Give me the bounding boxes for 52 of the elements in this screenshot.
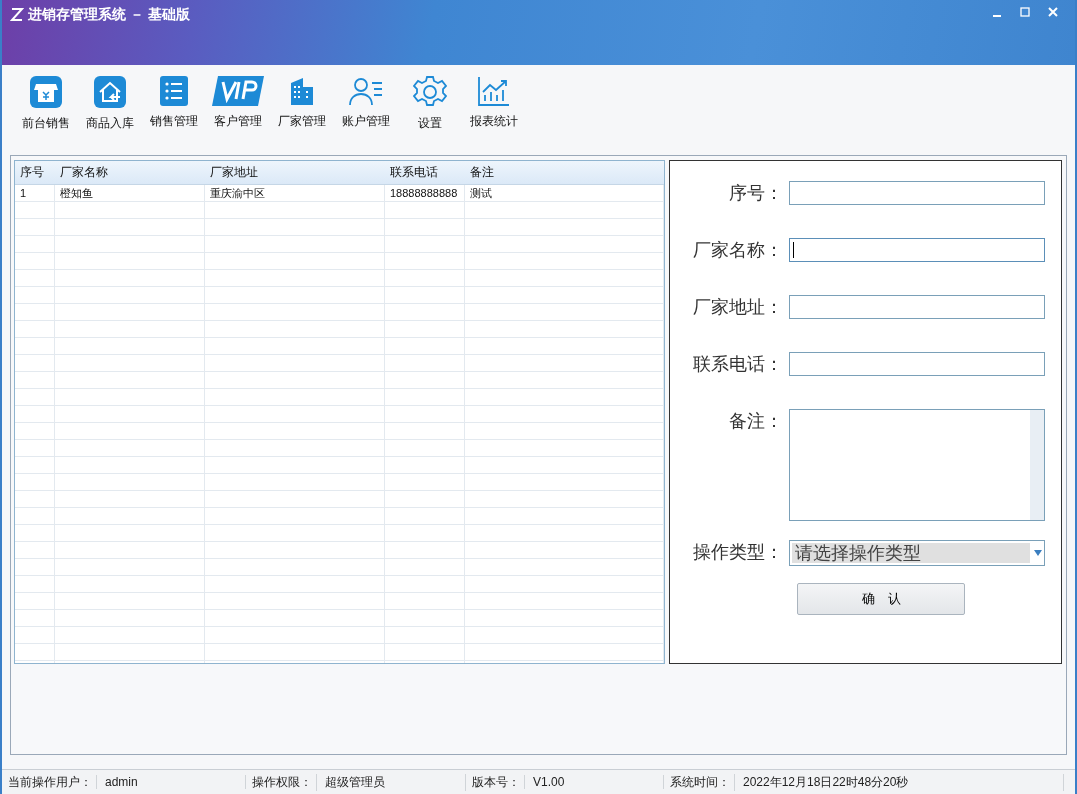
table-cell: 橙知鱼: [55, 185, 205, 201]
text-cursor: [793, 242, 794, 258]
chart-icon: [477, 75, 511, 107]
field-label: 操作类型：: [692, 541, 783, 564]
field-label: 备注：: [728, 410, 783, 433]
field-label: 厂家名称：: [692, 239, 783, 262]
textarea-field[interactable]: [789, 409, 1045, 521]
input-field[interactable]: [789, 238, 1045, 262]
table-cell: 18888888888: [385, 185, 465, 201]
type-dropdown[interactable]: 请选择操作类型: [789, 540, 1045, 566]
toolbar-button[interactable]: 设置: [398, 75, 462, 151]
column-header[interactable]: 备注: [465, 161, 664, 184]
minimize-icon: [993, 15, 1001, 17]
gear-icon: [413, 75, 447, 109]
field-label: 序号：: [728, 182, 783, 205]
toolbar-button[interactable]: 销售管理: [142, 75, 206, 151]
list-icon: [159, 75, 189, 107]
table-cell: 测试: [465, 185, 664, 201]
maximize-icon: [1020, 7, 1030, 17]
dropdown-arrow-icon: [1034, 550, 1042, 556]
confirm-button[interactable]: 确 认: [797, 583, 965, 615]
field-label: 厂家地址：: [692, 296, 783, 319]
status-value: admin: [96, 775, 246, 789]
shop-icon: [29, 75, 63, 109]
column-header[interactable]: 联系电话: [385, 161, 465, 184]
toolbar-button[interactable]: 厂家管理: [270, 75, 334, 151]
status-value: V1.00: [524, 775, 664, 789]
column-header[interactable]: 厂家名称: [55, 161, 205, 184]
status-value: 2022年12月18日22时48分20秒: [734, 773, 1064, 791]
toolbar-button[interactable]: 前台销售: [14, 75, 78, 151]
input-field[interactable]: [789, 352, 1045, 376]
field-label: 联系电话：: [692, 353, 783, 376]
vip-icon: [212, 75, 264, 107]
toolbar-button[interactable]: 商品入库: [78, 75, 142, 151]
status-label: 操作权限：: [251, 773, 313, 791]
input-field[interactable]: [789, 295, 1045, 319]
table-cell: 1: [15, 185, 55, 201]
user-list-icon: [348, 75, 384, 107]
column-header[interactable]: 厂家地址: [205, 161, 385, 184]
toolbar-button[interactable]: 账户管理: [334, 75, 398, 151]
table-cell: 重庆渝中区: [205, 185, 385, 201]
status-value: 超级管理员: [316, 773, 466, 791]
z-logo-icon: [10, 6, 24, 22]
toolbar-button[interactable]: 报表统计: [462, 75, 526, 151]
status-label: 当前操作用户：: [7, 773, 93, 791]
close-icon: [1048, 7, 1058, 17]
status-label: 系统时间：: [669, 773, 731, 791]
status-label: 版本号：: [471, 773, 521, 791]
window-title: 进销存管理系统 － 基础版: [28, 6, 190, 24]
input-field[interactable]: [789, 181, 1045, 205]
column-header[interactable]: 序号: [15, 161, 55, 184]
toolbar-button[interactable]: 客户管理: [206, 75, 270, 151]
